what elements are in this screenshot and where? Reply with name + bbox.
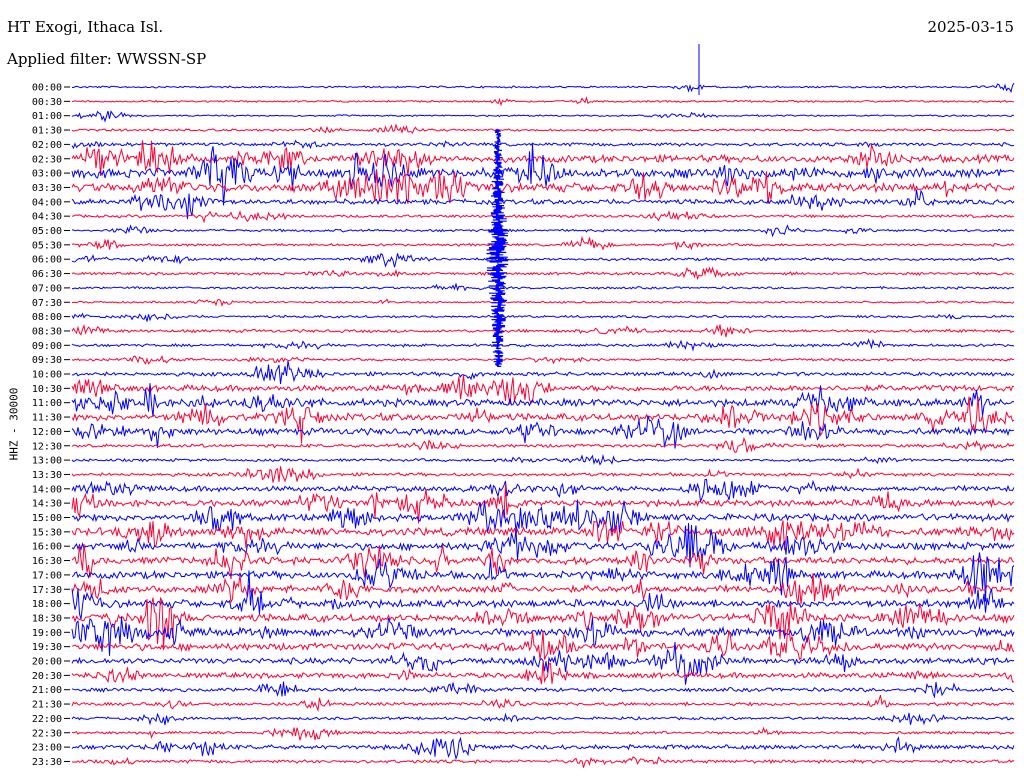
time-tick-label: 18:30 [32,613,62,624]
time-tick-label: 12:00 [32,427,62,438]
trace-line [71,170,1015,204]
trace-line [71,360,1015,385]
time-tick-label: 19:00 [32,628,62,639]
time-tick-label: 03:00 [32,169,62,180]
time-tick-label: 09:30 [32,355,62,366]
trace-line [71,453,1015,466]
time-tick-label: 23:30 [32,757,62,768]
time-tick-label: 11:00 [32,398,62,409]
trace-line [71,209,1015,224]
time-tick-label: 10:30 [32,384,62,395]
time-tick-label: 16:00 [32,542,62,553]
time-tick-label: 22:30 [32,728,62,739]
trace-line [71,323,1015,338]
trace-line [71,252,1015,268]
time-tick-label: 13:30 [32,470,62,481]
trace-line [71,355,1015,365]
time-tick-label: 19:30 [32,642,62,653]
time-tick-label: 16:30 [32,556,62,567]
time-tick-label: 14:30 [32,499,62,510]
trace-line [71,282,1015,292]
time-tick-label: 01:00 [32,111,62,122]
trace-line [71,235,1015,251]
trace-line [71,436,1015,454]
trace-line [71,681,1015,699]
trace-line [71,298,1015,307]
trace-line [71,756,1015,768]
time-tick-label: 08:00 [32,312,62,323]
time-tick-label: 14:00 [32,484,62,495]
trace-line [71,627,1015,661]
time-tick-label: 21:30 [32,700,62,711]
time-tick-label: 06:00 [32,255,62,266]
trace-line [71,266,1015,281]
time-tick-label: 22:00 [32,714,62,725]
trace-line [71,662,1015,685]
time-tick-label: 04:30 [32,212,62,223]
trace-line [71,123,1015,135]
trace-line [71,375,1015,405]
time-tick-label: 15:30 [32,527,62,538]
time-tick-label: 18:00 [32,599,62,610]
time-tick-label: 17:00 [32,570,62,581]
time-tick-label: 13:00 [32,456,62,467]
time-tick-label: 09:00 [32,341,62,352]
time-tick-label: 17:30 [32,585,62,596]
trace-line [71,312,1015,322]
time-tick-label: 01:30 [32,126,62,137]
trace-line [71,712,1015,726]
trace-line [71,466,1014,483]
time-tick-label: 05:30 [32,240,62,251]
time-tick-label: 06:30 [32,269,62,280]
trace-line [71,224,1015,238]
trace-line [71,82,1015,94]
time-tick-label: 00:30 [32,97,62,108]
time-tick-label: 11:30 [32,413,62,424]
time-tick-label: 05:00 [32,226,62,237]
trace-line [71,338,1015,352]
trace-line [71,726,1015,741]
trace-line [71,144,1015,206]
time-tick-label: 04:00 [32,197,62,208]
trace-line [71,96,1015,107]
time-tick-label: 07:00 [32,283,62,294]
trace-line [71,736,1015,761]
trace-line [71,189,1015,220]
trace-line [71,110,1014,123]
time-tick-label: 00:00 [32,83,62,94]
time-tick-label: 03:30 [32,183,62,194]
time-tick-label: 21:00 [32,685,62,696]
time-tick-label: 02:00 [32,140,62,151]
time-tick-label: 12:30 [32,441,62,452]
time-tick-label: 02:30 [32,154,62,165]
trace-line [71,573,1015,605]
time-tick-label: 23:00 [32,743,62,754]
time-tick-label: 20:30 [32,671,62,682]
time-tick-label: 15:00 [32,513,62,524]
time-tick-label: 08:30 [32,326,62,337]
helicorder-plot: 00:00 00:30 01:00 01:30 02:00 02:30 03:00 03:30… [32,44,1015,768]
time-tick-label: 20:00 [32,657,62,668]
time-tick-label: 07:30 [32,298,62,309]
trace-line [71,695,1015,713]
time-tick-label: 10:00 [32,370,62,381]
